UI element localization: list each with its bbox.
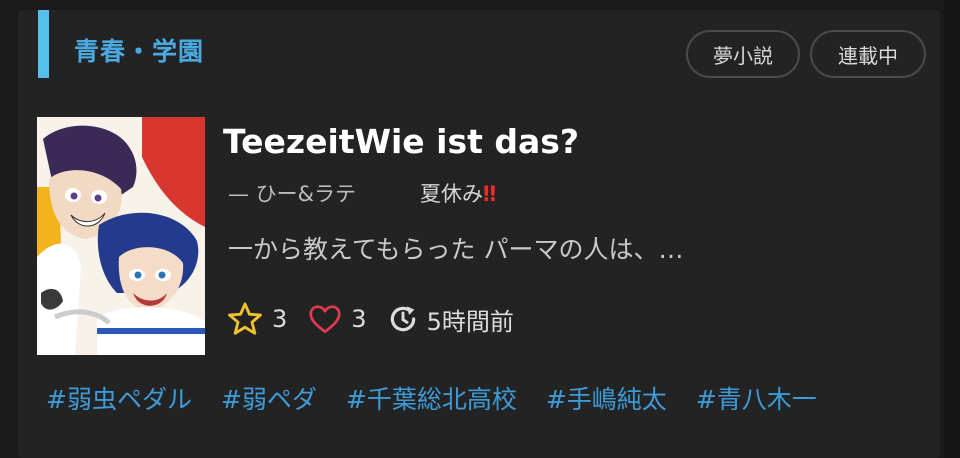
tag-link[interactable]: #弱虫ペダル [46, 380, 192, 416]
author-name[interactable]: — ひー&ラテ [228, 178, 356, 208]
dream-novel-badge: 夢小説 [686, 30, 800, 78]
tag-link[interactable]: #青八木一 [696, 380, 817, 416]
tag-list: #弱虫ペダル #弱ペダ #千葉総北高校 #手嶋純太 #青八木一 [46, 380, 846, 416]
like-count: 3 [351, 305, 367, 333]
heart-icon [309, 305, 341, 334]
star-count: 3 [272, 305, 288, 333]
episode-title: 夏休み [420, 182, 483, 206]
story-card[interactable]: 青春・学園 夢小説 連載中 TeezeitWie ist das? — ひー&ラ… [18, 10, 940, 458]
tag-link[interactable]: #手嶋純太 [546, 380, 667, 416]
like-stat[interactable]: 3 [307, 301, 367, 337]
serial-status-badge: 連載中 [810, 30, 926, 78]
tag-link[interactable]: #弱ペダ [221, 380, 317, 416]
updated-stat: 5時間前 [387, 302, 514, 337]
star-icon [228, 302, 262, 335]
star-stat[interactable]: 3 [226, 300, 287, 338]
story-title[interactable]: TeezeitWie ist das? [223, 122, 579, 161]
genre-label[interactable]: 青春・学園 [74, 32, 204, 68]
cover-image[interactable] [37, 117, 205, 355]
double-exclamation-icon: ‼ [483, 182, 497, 206]
tag-link[interactable]: #千葉総北高校 [346, 380, 517, 416]
genre-accent-bar [38, 10, 49, 78]
clock-refresh-icon [390, 306, 415, 332]
story-excerpt: 一から教えてもらった パーマの人は、… [228, 235, 684, 264]
latest-episode[interactable]: 夏休み‼ [420, 178, 496, 208]
scroll-edge [944, 0, 960, 458]
story-stats: 3 3 5時間前 [226, 300, 534, 338]
updated-time: 5時間前 [426, 307, 514, 336]
